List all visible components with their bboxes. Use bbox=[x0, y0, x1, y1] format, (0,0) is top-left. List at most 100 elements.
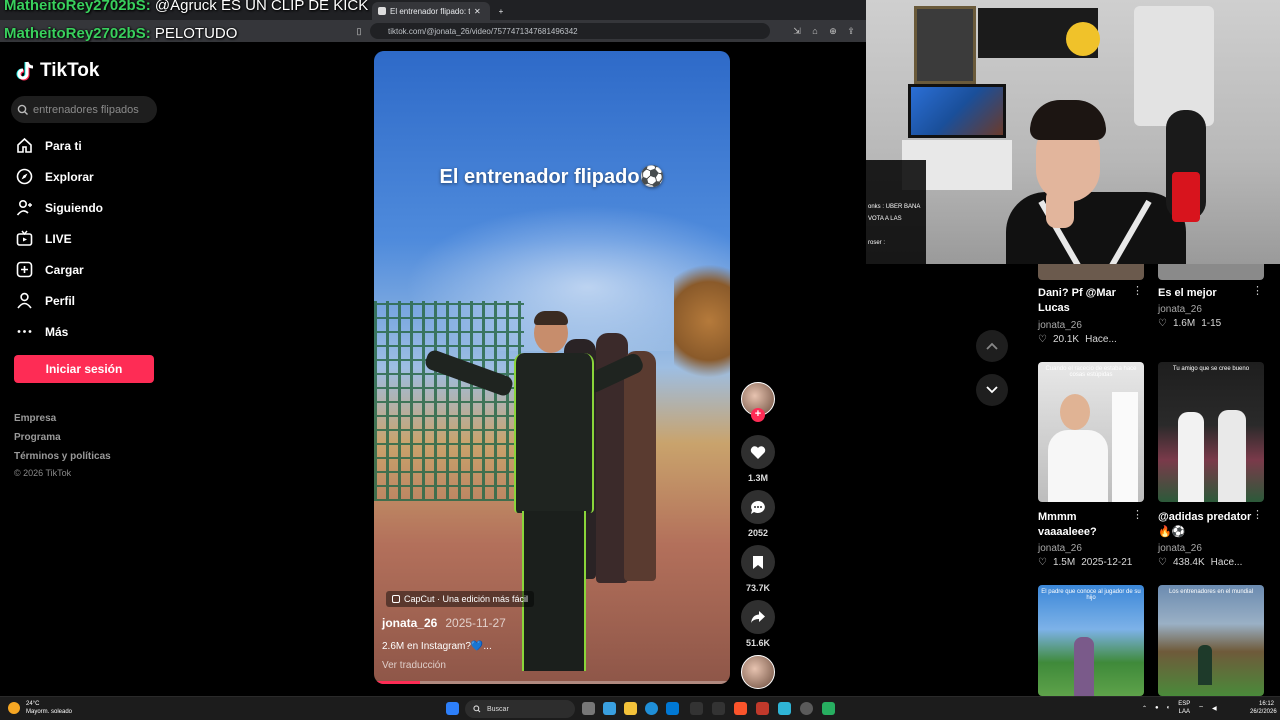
nav-item-para-ti[interactable]: Para ti bbox=[16, 137, 82, 154]
nav-item-explorar[interactable]: Explorar bbox=[16, 168, 94, 185]
like-button[interactable] bbox=[741, 435, 775, 469]
card-author[interactable]: jonata_26 bbox=[1158, 543, 1202, 554]
app-mm-icon[interactable] bbox=[712, 702, 725, 715]
video-thumbnail[interactable]: Los entrenadores en el mundial bbox=[1158, 585, 1264, 696]
brave-icon[interactable] bbox=[734, 702, 747, 715]
nav-label: LIVE bbox=[45, 231, 72, 246]
tiktok-logo[interactable]: TikTok bbox=[16, 60, 99, 82]
video-description[interactable]: 2.6M en Instagram?💙... bbox=[382, 641, 492, 652]
language-indicator[interactable]: ESP LAA bbox=[1178, 700, 1190, 716]
nav-item-live[interactable]: LIVE bbox=[16, 230, 72, 247]
kick-icon[interactable] bbox=[822, 702, 835, 715]
share-button[interactable] bbox=[741, 600, 775, 634]
webcam-hat bbox=[1066, 22, 1100, 56]
video-thumbnail[interactable]: El padre que conoce al jugador de su hij… bbox=[1038, 585, 1144, 696]
bookmark-icon[interactable]: ▯ bbox=[352, 24, 366, 38]
chat-username: MatheitoRey2702bS: bbox=[4, 0, 151, 14]
app-fe-icon[interactable] bbox=[690, 702, 703, 715]
notes-icon[interactable] bbox=[778, 702, 791, 715]
store-icon[interactable] bbox=[666, 702, 679, 715]
file-explorer-icon[interactable] bbox=[624, 702, 637, 715]
video-thumbnail[interactable]: Tu amigo que se cree bueno bbox=[1158, 362, 1264, 502]
app-red-icon[interactable] bbox=[756, 702, 769, 715]
live-icon bbox=[16, 230, 33, 246]
share-icon[interactable]: ⇪ bbox=[844, 24, 858, 38]
sound-avatar[interactable] bbox=[741, 655, 775, 689]
address-bar[interactable]: tiktok.com/@jonata_26/video/757747134768… bbox=[370, 23, 770, 39]
taskbar-search[interactable]: Buscar bbox=[465, 700, 575, 718]
thumbnail-caption: Cuando el racecio de estaba hace cosas e… bbox=[1045, 366, 1137, 378]
thumbnail-strip[interactable] bbox=[1158, 264, 1264, 280]
heart-outline-icon: ♡ bbox=[1158, 557, 1167, 568]
system-clock[interactable]: 16:12 26/2/2026 bbox=[1250, 700, 1277, 716]
footer-link-empresa[interactable]: Empresa bbox=[14, 413, 56, 424]
weather-temp: 24°C bbox=[26, 701, 40, 707]
weather-desc: Mayorm. soleado bbox=[26, 709, 73, 715]
card-views: 438.4K bbox=[1172, 557, 1205, 568]
nav-label: Perfil bbox=[45, 293, 76, 308]
nav-label: Para ti bbox=[45, 138, 82, 153]
card-author[interactable]: jonata_26 bbox=[1038, 320, 1082, 331]
thumbnail-strip[interactable] bbox=[1038, 264, 1144, 280]
translate-icon[interactable]: ⌂ bbox=[808, 24, 822, 38]
wifi-icon[interactable]: ⌔ bbox=[1198, 704, 1204, 712]
follow-plus-icon[interactable]: + bbox=[751, 408, 765, 422]
card-title[interactable]: Dani? Pf @Mar Lucas bbox=[1038, 286, 1130, 316]
translate-link[interactable]: Ver traducción bbox=[382, 660, 446, 671]
search-input[interactable]: entrenadores flipados bbox=[11, 96, 157, 123]
search-placeholder: entrenadores flipados bbox=[33, 103, 139, 116]
video-thumbnail[interactable]: Cuando el racecio de estaba hace cosas e… bbox=[1038, 362, 1144, 502]
logo-text: TikTok bbox=[40, 60, 100, 81]
capcut-badge[interactable]: CapCut · Una edición más fácil bbox=[386, 591, 535, 607]
card-more-icon[interactable]: ⋮ bbox=[1252, 508, 1263, 521]
weather-widget[interactable]: 24°C Mayorm. soleado bbox=[8, 700, 72, 716]
video-progress-bar[interactable] bbox=[374, 681, 730, 684]
nav-item-mas[interactable]: Más bbox=[16, 323, 68, 340]
nav-item-siguiendo[interactable]: Siguiendo bbox=[16, 199, 103, 216]
obs-icon[interactable] bbox=[800, 702, 813, 715]
chevron-up-icon[interactable]: ⌃ bbox=[1142, 705, 1147, 712]
tab-close-icon[interactable]: ✕ bbox=[474, 7, 481, 16]
card-date: 2025-12-21 bbox=[1081, 557, 1133, 568]
share-arrow-icon bbox=[751, 611, 765, 623]
nav-item-perfil[interactable]: Perfil bbox=[16, 292, 75, 309]
footer-link-programa[interactable]: Programa bbox=[14, 432, 61, 443]
webcam-mini-chat: onks : UBER BANA VOTA A LAS roser : bbox=[866, 160, 926, 264]
next-video-button[interactable] bbox=[976, 374, 1008, 406]
video-author[interactable]: jonata_26 bbox=[382, 616, 437, 630]
task-view-icon[interactable] bbox=[582, 702, 595, 715]
copyright: © 2026 TikTok bbox=[14, 468, 72, 478]
card-more-icon[interactable]: ⋮ bbox=[1252, 284, 1263, 297]
card-date: Hace... bbox=[1085, 334, 1117, 345]
card-title[interactable]: Mmmm vaaaaleee? bbox=[1038, 510, 1130, 540]
thumbnail-caption: Los entrenadores en el mundial bbox=[1168, 589, 1254, 595]
tab-title: El entrenador flipado: tácticas bbox=[390, 6, 470, 16]
nav-item-cargar[interactable]: Cargar bbox=[16, 261, 84, 278]
comment-count: 2052 bbox=[747, 528, 769, 538]
browser-tab-active[interactable]: El entrenador flipado: tácticas ✕ bbox=[372, 2, 490, 20]
login-button[interactable]: Iniciar sesión bbox=[14, 355, 154, 383]
clock-date: 26/2/2026 bbox=[1250, 709, 1277, 715]
footer-link-terminos[interactable]: Términos y políticas bbox=[14, 451, 111, 462]
card-author[interactable]: jonata_26 bbox=[1158, 304, 1202, 315]
card-title[interactable]: Es el mejor bbox=[1158, 286, 1250, 301]
widgets-icon[interactable] bbox=[603, 702, 616, 715]
zoom-icon[interactable]: ⊕ bbox=[826, 24, 840, 38]
video-scene-player bbox=[624, 351, 656, 581]
video-player[interactable]: El entrenador flipado⚽ CapCut · Una edic… bbox=[374, 51, 730, 684]
card-more-icon[interactable]: ⋮ bbox=[1132, 284, 1143, 297]
new-tab-button[interactable]: + bbox=[492, 2, 510, 20]
tray-app-icon[interactable]: ● bbox=[1155, 705, 1159, 711]
volume-icon[interactable]: ◀ bbox=[1212, 705, 1217, 712]
install-app-icon[interactable]: ⇲ bbox=[790, 24, 804, 38]
windows-start-icon[interactable] bbox=[446, 702, 459, 715]
save-button[interactable] bbox=[741, 545, 775, 579]
card-title[interactable]: @adidas predator 🔥⚽ bbox=[1158, 510, 1254, 540]
windows-taskbar: 24°C Mayorm. soleado Buscar ⌃ ● ◐ ESP LA… bbox=[0, 696, 1280, 720]
card-more-icon[interactable]: ⋮ bbox=[1132, 508, 1143, 521]
edge-icon[interactable] bbox=[645, 702, 658, 715]
previous-video-button[interactable] bbox=[976, 330, 1008, 362]
comment-button[interactable] bbox=[741, 490, 775, 524]
card-author[interactable]: jonata_26 bbox=[1038, 543, 1082, 554]
tray-app-icon[interactable]: ◐ bbox=[1167, 705, 1171, 711]
